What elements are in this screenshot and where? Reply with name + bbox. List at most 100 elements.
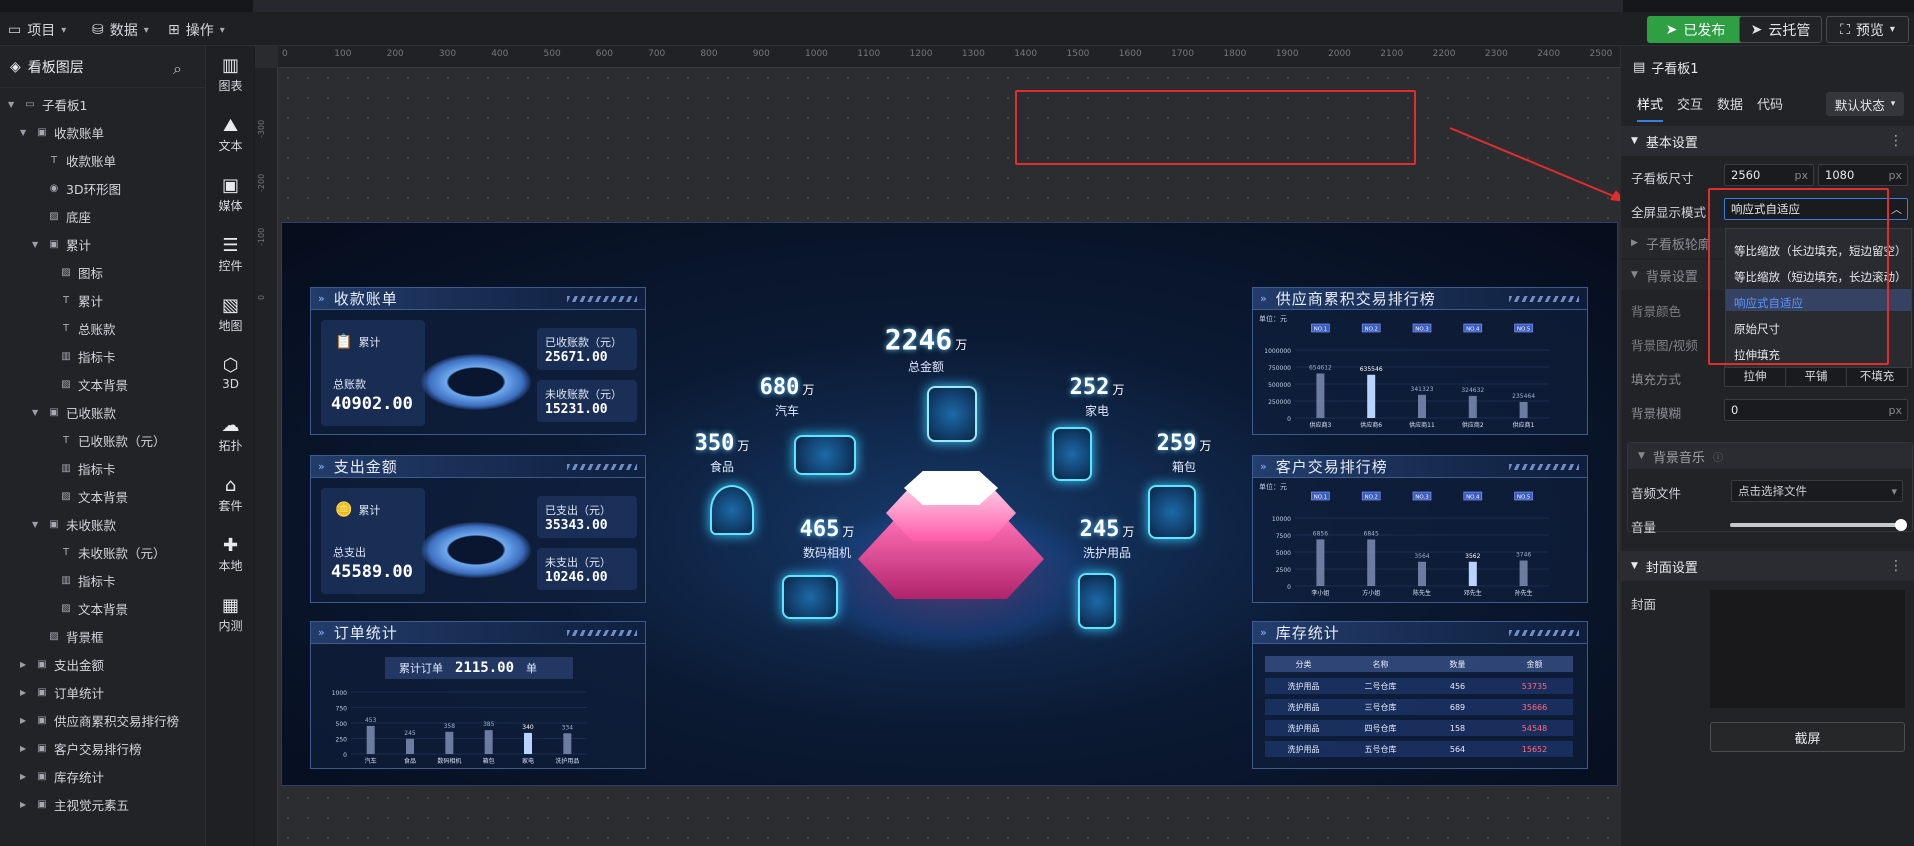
preview-button[interactable]: ⛶ 预览 ▾ (1826, 16, 1909, 43)
rail-item-puzzle[interactable]: ✚ 本地 (206, 536, 255, 574)
stock-panel[interactable]: » 库存统计 分类 名称 数量 金额 洗护用品 二号仓库 456 53735 洗护用品 三号… (1252, 621, 1588, 769)
layer-item[interactable]: ▼ ▣ 累计 (32, 234, 91, 254)
table-row[interactable]: 洗护用品 五号仓库 564 15652 (1265, 741, 1573, 757)
volume-slider-knob[interactable] (1895, 519, 1907, 531)
orders-panel[interactable]: » 订单统计 累计订单 2115.00 单 1000 750 500 250 0 453 汽车… (310, 621, 646, 769)
tab-code[interactable]: 代码 (1757, 94, 1783, 122)
layer-item[interactable]: ▶ ▣ 主视觉元素五 (20, 794, 129, 814)
layer-item[interactable]: ▶ ▣ 支出金额 (20, 654, 104, 674)
y-tick-label: 1000000 (1264, 348, 1291, 355)
dashboard-board[interactable]: » 收款账单 📋 累计 总账款 40902.00 已收账款（元） 25671.00 … (281, 222, 1618, 786)
customer-panel[interactable]: » 客户交易排行榜 单位：元 10000 7500 5000 2500 0 6856 李小姐 N… (1252, 455, 1588, 603)
more-icon[interactable]: ⋮ (1889, 133, 1903, 149)
rail-item-media[interactable]: ▣ 媒体 (206, 176, 255, 214)
layer-item-label: 收款账单 (66, 153, 117, 169)
volume-slider[interactable] (1730, 519, 1907, 531)
table-row[interactable]: 洗护用品 二号仓库 456 53735 (1265, 678, 1573, 694)
layer-item[interactable]: ▨ 图标 (44, 262, 103, 282)
rail-item-beta[interactable]: ▦ 内测 (206, 596, 255, 634)
width-input[interactable]: 2560 px (1724, 164, 1814, 186)
dropdown-option[interactable]: 等比缩放（短边填充，长边滚动） (1734, 269, 1907, 285)
expense-panel[interactable]: » 支出金额 🪙 累计 总支出 45589.00 已支出（元） 35343.00 未… (310, 455, 646, 603)
layer-item[interactable]: ▶ ▣ 订单统计 (20, 682, 104, 702)
rail-item-widget[interactable]: ☰ 控件 (206, 236, 255, 274)
screenshot-button[interactable]: 截屏 (1710, 722, 1905, 752)
height-input[interactable]: 1080 px (1818, 164, 1908, 186)
rail-item-topology[interactable]: ☁ 拓扑 (206, 416, 255, 454)
dropdown-option[interactable]: 拉伸填充 (1734, 347, 1780, 363)
layer-item[interactable]: ▨ 文本背景 (44, 486, 128, 506)
caret-down-icon[interactable]: ▼ (8, 100, 18, 109)
table-row[interactable]: 洗护用品 四号仓库 158 54548 (1265, 720, 1573, 736)
layer-item[interactable]: ▥ 指标卡 (44, 346, 115, 366)
supplier-panel[interactable]: » 供应商累积交易排行榜 单位：元 1000000 750000 500000 2500… (1252, 287, 1588, 435)
caret-right-icon[interactable]: ▶ (20, 772, 30, 781)
layer-item[interactable]: ▥ 指标卡 (44, 570, 115, 590)
cover-preview[interactable] (1710, 590, 1905, 708)
layer-item[interactable]: ▶ ▣ 客户交易排行榜 (20, 738, 142, 758)
fill-tile[interactable]: 平铺 (1786, 366, 1847, 386)
tab-data[interactable]: 数据 (1717, 94, 1743, 122)
layer-item[interactable]: T 未收账款（元） (44, 542, 166, 562)
chevron-down-icon: ▾ (143, 24, 149, 36)
layer-item[interactable]: ▨ 文本背景 (44, 374, 128, 394)
cloud-hosting-button[interactable]: ➤ 云托管 (1739, 16, 1822, 43)
audio-file-select[interactable]: 点击选择文件 ▾ (1731, 480, 1903, 502)
tab-interaction[interactable]: 交互 (1677, 94, 1703, 122)
layer-item[interactable]: ▼ ▣ 未收账款 (32, 514, 116, 534)
caret-right-icon[interactable]: ▶ (20, 800, 30, 809)
rail-item-text[interactable]: ⛰ 文本 (206, 116, 255, 154)
caret-right-icon[interactable]: ▶ (20, 688, 30, 697)
menu-operation[interactable]: ⊞ 操作 ▾ (168, 20, 225, 40)
layer-item[interactable]: ▼ ▣ 已收账款 (32, 402, 116, 422)
layer-item[interactable]: ▼ ▣ 收款账单 (20, 122, 104, 142)
music-section-header[interactable]: ▼ 背景音乐 ⓘ (1628, 443, 1912, 469)
bg-blur-input[interactable]: 0 px (1724, 399, 1908, 421)
tab-style[interactable]: 样式 (1637, 94, 1664, 122)
layer-item[interactable]: T 已收账款（元） (44, 430, 166, 450)
layer-item[interactable]: T 累计 (44, 290, 103, 310)
help-icon[interactable]: ⓘ (1713, 449, 1723, 464)
rail-item-map[interactable]: ▧ 地图 (206, 296, 255, 334)
search-icon[interactable]: ⌕ (173, 59, 182, 79)
layer-item[interactable]: ▨ 文本背景 (44, 598, 128, 618)
caret-right-icon[interactable]: ▶ (20, 744, 30, 753)
customer-bar-chart: 10000 7500 5000 2500 0 6856 李小姐 NO.1 6845 方小姐 NO.2… (1272, 491, 1549, 597)
caret-right-icon[interactable]: ▶ (20, 660, 30, 669)
publish-button[interactable]: ➤ 已发布 (1647, 16, 1744, 43)
dropdown-option[interactable]: 原始尺寸 (1734, 321, 1780, 337)
layer-item[interactable]: ▶ ▣ 供应商累积交易排行榜 (20, 710, 179, 730)
state-select[interactable]: 默认状态 ▾ (1826, 92, 1904, 116)
cover-section-header[interactable]: ▼ 封面设置 ⋮ (1621, 551, 1914, 581)
layer-item[interactable]: ▼ ▭ 子看板1 (8, 94, 87, 114)
dropdown-option[interactable]: 等比缩放（长边填充，短边留空） (1734, 243, 1907, 259)
layer-item[interactable]: ▥ 指标卡 (44, 458, 115, 478)
layer-item[interactable]: ▨ 底座 (32, 206, 91, 226)
table-row[interactable]: 洗护用品 三号仓库 689 35666 (1265, 699, 1573, 715)
caret-down-icon[interactable]: ▼ (32, 408, 42, 417)
fullscreen-select[interactable]: 响应式自适应 ︿ (1724, 198, 1908, 220)
caret-down-icon[interactable]: ▼ (32, 240, 42, 249)
caret-down-icon[interactable]: ▼ (20, 128, 30, 137)
fullscreen-dropdown: 等比缩放（长边填充，短边留空） 等比缩放（短边填充，长边滚动） 响应式自适应 原… (1725, 228, 1912, 368)
layer-item[interactable]: ▶ ▣ 库存统计 (20, 766, 104, 786)
dropdown-option-selected[interactable]: 响应式自适应 (1734, 295, 1803, 311)
caret-right-icon[interactable]: ▶ (20, 716, 30, 725)
layer-item[interactable]: ▨ 背景框 (32, 626, 103, 646)
rail-item-cube[interactable]: ⬡ 3D (206, 356, 255, 392)
rail-item-chart[interactable]: ▥ 图表 (206, 56, 255, 94)
layer-item[interactable]: ◉ 3D环形图 (32, 178, 121, 198)
camera-icon (782, 575, 838, 619)
fill-none[interactable]: 不填充 (1847, 366, 1907, 386)
menu-data[interactable]: ⛁ 数据 ▾ (92, 20, 149, 40)
fill-mode-segment[interactable]: 拉伸 平铺 不填充 (1724, 365, 1908, 387)
layer-item[interactable]: T 收款账单 (32, 150, 116, 170)
layer-item[interactable]: T 总账款 (44, 318, 116, 338)
rail-item-kit[interactable]: ⌂ 套件 (206, 476, 255, 514)
caret-down-icon[interactable]: ▼ (32, 520, 42, 529)
more-icon[interactable]: ⋮ (1889, 558, 1903, 574)
receipt-panel[interactable]: » 收款账单 📋 累计 总账款 40902.00 已收账款（元） 25671.00 … (310, 287, 646, 435)
fill-stretch[interactable]: 拉伸 (1725, 366, 1786, 386)
basic-section-header[interactable]: ▼ 基本设置 ⋮ (1621, 126, 1914, 156)
menu-project[interactable]: ▭ 项目 ▾ (8, 20, 66, 40)
